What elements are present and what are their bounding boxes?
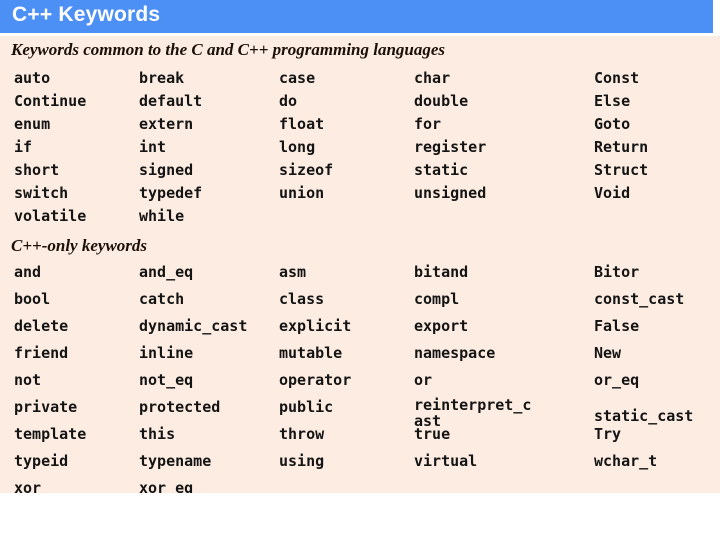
slide: C++ Keywords Keywords common to the C an… [0,0,720,540]
keyword-do: do [279,92,298,110]
keyword-void: Void [594,184,631,202]
keyword-row: friend inline mutable namespace New [0,345,720,372]
keyword-while: while [139,207,185,225]
keyword-double: double [414,92,469,110]
keyword-class: class [279,290,325,308]
keyword-bitand: bitand [414,263,469,281]
keyword-typeid: typeid [14,452,69,470]
keyword-row: delete dynamic_cast explicit export False [0,318,720,345]
keyword-mutable: mutable [279,344,343,362]
keyword-this: this [139,425,176,443]
keyword-friend: friend [14,344,69,362]
keyword-row: short signed sizeof static Struct [0,162,720,185]
keyword-delete: delete [14,317,69,335]
keyword-row: Continue default do double Else [0,93,720,116]
keyword-float: float [279,115,325,133]
keyword-const_cast: const_cast [594,290,685,308]
keyword-sizeof: sizeof [279,161,334,179]
keyword-row: xor xor_eq [0,479,720,494]
keyword-enum: enum [14,115,51,133]
keyword-break: break [139,69,185,87]
keyword-public: public [279,398,334,416]
keyword-char: char [414,69,451,87]
keyword-row: and and_eq asm bitand Bitor [0,264,720,291]
keyword-throw: throw [279,425,325,443]
keyword-template: template [14,425,87,443]
section-heading-cpp-only-keywords: C++-only keywords [11,236,148,255]
keyword-grid-common: auto break case char Const Continue default do d… [0,70,720,231]
keyword-return: Return [594,138,649,156]
keyword-row: enum extern float for Goto [0,116,720,139]
keyword-volatile: volatile [14,207,87,225]
keyword-case: case [279,69,316,87]
keyword-struct: Struct [594,161,649,179]
keyword-row: bool catch class compl const_cast [0,291,720,318]
keyword-row: private protected public reinterpret_cast st… [0,397,720,429]
keyword-private: private [14,398,78,416]
keyword-false: False [594,317,640,335]
keyword-row: switch typedef union unsigned Void [0,185,720,208]
keyword-long: long [279,138,316,156]
keyword-int: int [139,138,167,156]
keyword-try: Try [594,425,622,443]
slide-title-bar: C++ Keywords [0,0,713,33]
keyword-operator: operator [279,371,352,389]
keyword-for: for [414,115,442,133]
keyword-union: union [279,184,325,202]
keyword-typedef: typedef [139,184,203,202]
keyword-catch: catch [139,290,185,308]
keyword-continue: Continue [14,92,87,110]
keyword-static: static [414,161,469,179]
keyword-protected: protected [139,398,221,416]
keyword-not_eq: not_eq [139,371,194,389]
section-heading-common-keywords: Keywords common to the C and C++ program… [11,40,446,59]
content-panel: Keywords common to the C and C++ program… [0,36,720,493]
keyword-dynamic_cast: dynamic_cast [139,317,248,335]
keyword-xor: xor [14,479,42,494]
keyword-grid-cpp-only: and and_eq asm bitand Bitor bool catch class com… [0,264,720,494]
keyword-extern: extern [139,115,194,133]
keyword-xor_eq: xor_eq [139,479,194,494]
keyword-wchar_t: wchar_t [594,452,658,470]
keyword-unsigned: unsigned [414,184,487,202]
keyword-bool: bool [14,290,51,308]
keyword-row: template this throw true Try [0,426,720,453]
keyword-auto: auto [14,69,51,87]
keyword-else: Else [594,92,631,110]
keyword-new: New [594,344,622,362]
keyword-explicit: explicit [279,317,352,335]
keyword-row: if int long register Return [0,139,720,162]
keyword-bitor: Bitor [594,263,640,281]
keyword-not: not [14,371,42,389]
keyword-namespace: namespace [414,344,496,362]
keyword-row: typeid typename using virtual wchar_t [0,453,720,480]
keyword-default: default [139,92,203,110]
keyword-switch: switch [14,184,69,202]
keyword-and_eq: and_eq [139,263,194,281]
keyword-virtual: virtual [414,452,478,470]
keyword-if: if [14,138,33,156]
keyword-row: volatile while [0,208,720,231]
keyword-signed: signed [139,161,194,179]
keyword-true: true [414,425,451,443]
keyword-typename: typename [139,452,212,470]
keyword-or: or [414,371,433,389]
keyword-using: using [279,452,325,470]
keyword-compl: compl [414,290,460,308]
keyword-const: Const [594,69,640,87]
keyword-export: export [414,317,469,335]
keyword-row: auto break case char Const [0,70,720,93]
keyword-inline: inline [139,344,194,362]
page-title: C++ Keywords [12,3,161,26]
keyword-goto: Goto [594,115,631,133]
keyword-and: and [14,263,42,281]
keyword-row: not not_eq operator or or_eq [0,372,720,399]
keyword-register: register [414,138,487,156]
keyword-or_eq: or_eq [594,371,640,389]
keyword-short: short [14,161,60,179]
keyword-asm: asm [279,263,307,281]
keyword-static_cast: static_cast [594,407,694,425]
